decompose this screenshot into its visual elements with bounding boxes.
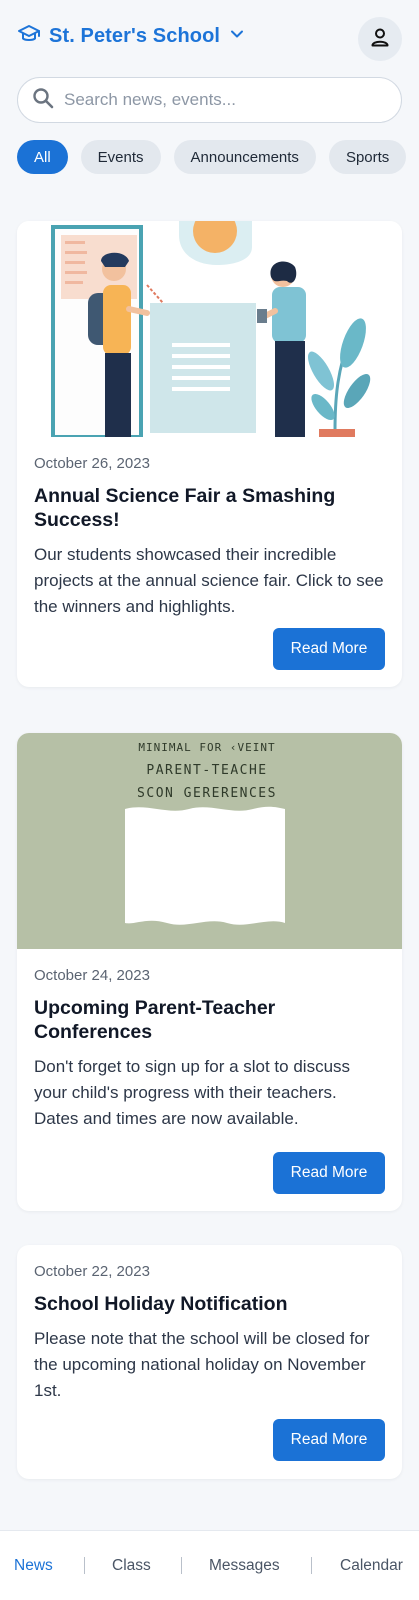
news-card[interactable]: October 22, 2023 School Holiday Notifica… [17,1245,402,1479]
flyer-line-1: MINIMAL FOR ‹VEINT [138,741,275,754]
search-icon [32,87,54,114]
app-header: St. Peter's School [0,0,419,72]
post-date: October 26, 2023 [34,455,150,472]
nav-divider [181,1557,182,1574]
read-more-button[interactable]: Read More [273,1152,385,1194]
school-name: St. Peter's School [49,24,221,47]
graduation-cap-icon [17,23,41,50]
flyer-line-3: SCON GERERENCES [137,786,277,801]
filter-chip-all[interactable]: All [17,140,68,174]
user-icon [369,26,391,53]
news-card[interactable]: MINIMAL FOR ‹VEINT PARENT-TEACHE SCON GE… [17,733,402,1211]
read-more-button[interactable]: Read More [273,628,385,670]
post-excerpt: Our students showcased their incredible … [34,545,384,616]
filter-chips: All Events Announcements Sports [17,140,419,174]
post-title: Upcoming Parent-Teacher Conferences [34,997,276,1043]
post-date: October 22, 2023 [34,1263,150,1280]
post-excerpt: Don't forget to sign up for a slot to di… [34,1057,351,1128]
profile-button[interactable] [358,17,402,61]
filter-chip-events[interactable]: Events [80,140,161,174]
post-date: October 24, 2023 [34,967,150,984]
flyer-line-2: PARENT-TEACHE [146,763,267,778]
post-excerpt: Please note that the school will be clos… [34,1329,370,1400]
post-title: School Holiday Notification [34,1293,288,1315]
read-more-button[interactable]: Read More [273,1419,385,1461]
search-input[interactable] [64,90,384,110]
filter-chip-announcements[interactable]: Announcements [173,140,316,174]
nav-divider [84,1557,85,1574]
chevron-down-icon [228,25,246,48]
post-title: Annual Science Fair a Smashing Success! [34,485,336,531]
nav-divider [311,1557,312,1574]
nav-messages[interactable]: Messages [209,1557,280,1575]
nav-news[interactable]: News [14,1557,53,1575]
filter-chip-sports[interactable]: Sports [328,140,407,174]
science-fair-illustration [17,221,402,437]
bottom-navigation: News Class Messages Calendar [0,1530,419,1600]
nav-class[interactable]: Class [112,1557,151,1575]
search-bar[interactable] [17,77,402,123]
school-switcher[interactable]: St. Peter's School [17,23,246,50]
conference-flyer-image: MINIMAL FOR ‹VEINT PARENT-TEACHE SCON GE… [17,733,402,949]
nav-calendar[interactable]: Calendar [340,1557,403,1575]
news-card[interactable]: October 26, 2023 Annual Science Fair a S… [17,221,402,687]
